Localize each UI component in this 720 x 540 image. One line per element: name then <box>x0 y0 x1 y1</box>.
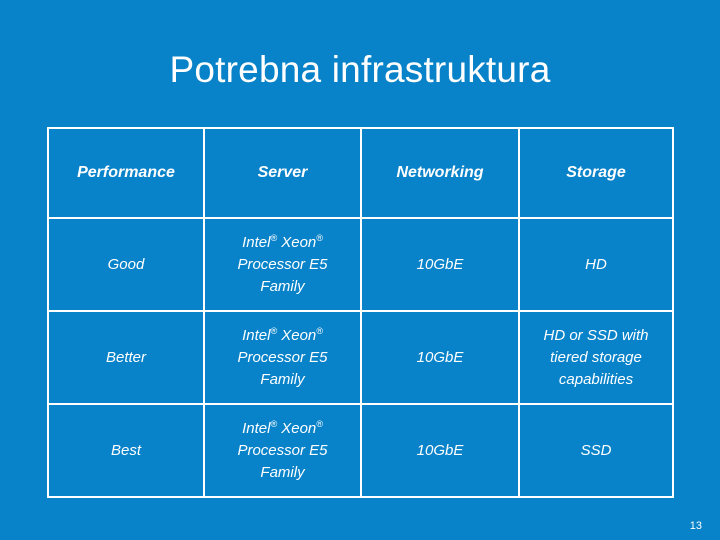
server-brand: Intel <box>242 419 271 437</box>
table-header-row: Performance Server Networking Storage <box>47 127 674 219</box>
cell-server-best: Intel® Xeon® Processor E5 Family <box>203 403 362 498</box>
server-value-line1: Intel® Xeon® <box>211 418 354 440</box>
page-title: Potrebna infrastruktura <box>169 49 551 90</box>
registered-mark-icon: ® <box>316 232 323 243</box>
table-row: Good Intel® Xeon® Processor E5 Family 10… <box>47 217 674 312</box>
server-family: Xeon <box>277 326 317 344</box>
networking-value: 10GbE <box>416 441 464 459</box>
cell-networking-better: 10GbE <box>360 310 520 405</box>
server-value-line1: Intel® Xeon® <box>211 325 354 347</box>
cell-storage-good: HD <box>518 217 674 312</box>
column-header-server: Server <box>203 127 362 219</box>
column-header-storage: Storage <box>518 127 674 219</box>
networking-value: 10GbE <box>416 255 464 273</box>
cell-performance-best: Best <box>47 403 205 498</box>
table-row: Best Intel® Xeon® Processor E5 Family 10… <box>47 403 674 498</box>
storage-value: HD <box>585 255 607 273</box>
cell-performance-good: Good <box>47 217 205 312</box>
registered-mark-icon: ® <box>316 418 323 429</box>
table-row: Better Intel® Xeon® Processor E5 Family … <box>47 310 674 405</box>
performance-value: Best <box>110 441 141 459</box>
column-header-storage-label: Storage <box>566 164 626 181</box>
column-header-networking-label: Networking <box>396 164 484 181</box>
storage-value: SSD <box>580 441 612 459</box>
server-value-line3: Family <box>260 370 305 388</box>
server-value-line3: Family <box>260 277 305 295</box>
column-header-performance: Performance <box>47 127 205 219</box>
server-value-line3: Family <box>260 463 305 481</box>
server-brand: Intel <box>242 326 271 344</box>
cell-networking-good: 10GbE <box>360 217 520 312</box>
performance-value: Good <box>107 255 145 273</box>
server-brand: Intel <box>242 233 271 251</box>
server-value-line2: Processor E5 <box>237 255 328 273</box>
infrastructure-table: Performance Server Networking Storage Go… <box>47 127 674 498</box>
cell-server-good: Intel® Xeon® Processor E5 Family <box>203 217 362 312</box>
server-value-line1: Intel® Xeon® <box>211 232 354 254</box>
column-header-performance-label: Performance <box>77 164 175 181</box>
server-value-line2: Processor E5 <box>237 441 328 459</box>
server-family: Xeon <box>277 233 317 251</box>
networking-value: 10GbE <box>416 348 464 366</box>
cell-networking-best: 10GbE <box>360 403 520 498</box>
storage-value: HD or SSD with tiered storage capabiliti… <box>543 326 649 388</box>
column-header-networking: Networking <box>360 127 520 219</box>
cell-storage-best: SSD <box>518 403 674 498</box>
cell-storage-better: HD or SSD with tiered storage capabiliti… <box>518 310 674 405</box>
registered-mark-icon: ® <box>316 325 323 336</box>
cell-server-better: Intel® Xeon® Processor E5 Family <box>203 310 362 405</box>
page-number: 13 <box>689 520 702 532</box>
slide-canvas: Potrebna infrastruktura Performance Serv… <box>0 0 720 540</box>
cell-performance-better: Better <box>47 310 205 405</box>
server-family: Xeon <box>277 419 317 437</box>
server-value-line2: Processor E5 <box>237 348 328 366</box>
column-header-server-label: Server <box>257 164 308 181</box>
performance-value: Better <box>105 348 147 366</box>
